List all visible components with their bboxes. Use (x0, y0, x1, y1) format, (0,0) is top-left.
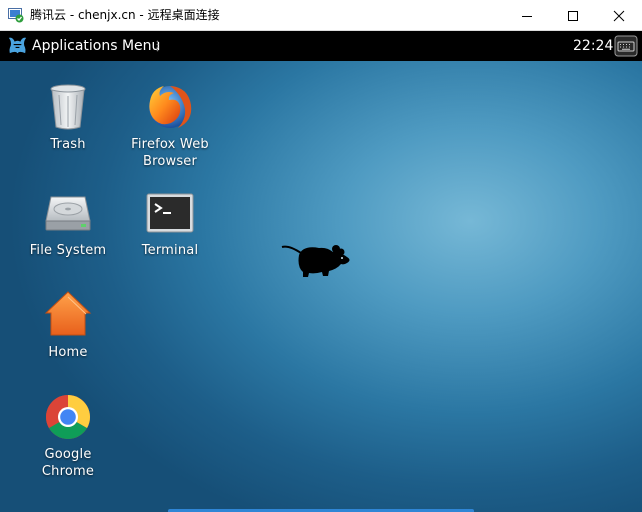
desktop-icon-label: Terminal (141, 243, 199, 258)
top-panel: Applications Menu 22:24 (0, 31, 642, 61)
home-folder-icon (44, 291, 92, 336)
xfce-logo-icon[interactable] (6, 34, 29, 57)
desktop-icon-label: File System (29, 243, 107, 258)
terminal-icon (146, 193, 194, 233)
desktop-icon-file-system[interactable]: File System (18, 187, 118, 259)
minimize-icon (522, 15, 532, 17)
trash-icon (50, 84, 86, 130)
keyboard-icon[interactable] (614, 35, 638, 57)
maximize-button[interactable] (550, 0, 596, 31)
desktop-icon-firefox[interactable]: Firefox Web Browser (120, 81, 220, 170)
minimize-button[interactable] (504, 0, 550, 31)
desktop-icon-label: Trash (50, 137, 86, 152)
panel-separator-handle[interactable] (156, 40, 159, 52)
desktop-icon-label: Google Chrome (41, 447, 95, 479)
chrome-icon (46, 395, 90, 439)
desktop-icon-label: Home (48, 345, 88, 360)
applications-menu-button[interactable]: Applications Menu (32, 31, 160, 61)
close-button[interactable] (596, 0, 642, 31)
desktop-icon-home[interactable]: Home (18, 289, 118, 361)
desktop-icon-label: Firefox Web Browser (131, 137, 209, 169)
close-icon (613, 10, 625, 21)
panel-clock[interactable]: 22:24 (573, 31, 613, 61)
xfce-mouse-icon (281, 245, 350, 277)
desktop-icon-google-chrome[interactable]: Google Chrome (18, 391, 118, 480)
drive-icon (45, 196, 91, 231)
remote-desktop-icon (8, 8, 24, 23)
maximize-icon (568, 10, 578, 21)
desktop-icon-terminal[interactable]: Terminal (120, 187, 220, 259)
desktop[interactable]: Trash Firefox Web Browser File System Te… (0, 61, 642, 512)
desktop-icon-trash[interactable]: Trash (18, 81, 118, 153)
window-titlebar[interactable]: 腾讯云 - chenjx.cn - 远程桌面连接 (0, 0, 642, 31)
firefox-icon (149, 86, 192, 128)
window-title: 腾讯云 - chenjx.cn - 远程桌面连接 (30, 8, 220, 22)
